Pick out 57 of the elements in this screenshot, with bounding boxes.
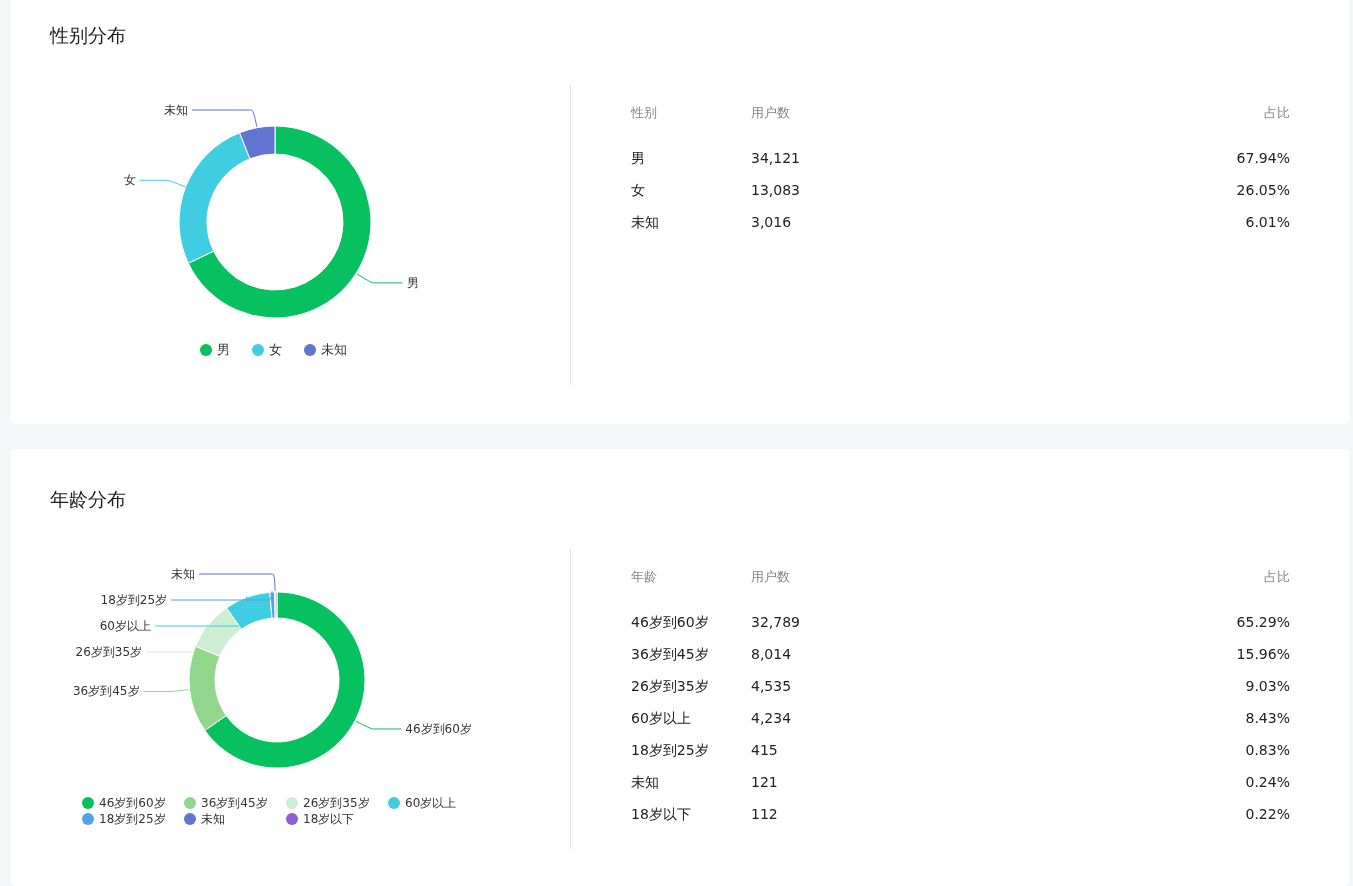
table-cell-text: 8,014	[751, 645, 793, 664]
section-title: 性别分布	[50, 23, 127, 47]
table-cell-text: 67.94%	[1235, 149, 1290, 168]
table-cell-text: 4,535	[751, 677, 793, 696]
legend-label: 男	[217, 341, 230, 359]
legend-label: 18岁以下	[303, 811, 355, 827]
table-cell-text: 34,121	[751, 149, 801, 168]
column-header: 占比	[1263, 568, 1290, 586]
table-cell: 26岁到35岁	[631, 670, 751, 702]
table-cell-text: 26.05%	[1235, 181, 1290, 200]
table-cell-text: 8.43%	[1244, 709, 1290, 728]
column-header: 占比	[1263, 104, 1290, 122]
legend-label: 18岁到25岁	[99, 811, 166, 827]
legend-label: 未知	[321, 341, 347, 359]
legend-label: 60岁以上	[405, 795, 457, 811]
table-cell-text: 9.03%	[1244, 677, 1290, 696]
slice-label: 18岁到25岁	[100, 593, 168, 607]
slice-label: 36岁到45岁	[72, 684, 140, 699]
column-header: 用户数	[751, 568, 791, 586]
table-cell-text: 112	[751, 805, 779, 824]
legend-label: 26岁到35岁	[303, 795, 370, 811]
table-cell-text: 46岁到60岁	[631, 613, 710, 632]
table-cell-text: 男	[631, 149, 646, 168]
table-cell-text: 女	[631, 181, 646, 200]
table-cell-text: 65.29%	[1235, 613, 1290, 632]
slice-label: 未知	[171, 567, 196, 581]
slice-label: 未知	[163, 103, 188, 118]
table-cell-text: 3,016	[751, 213, 793, 232]
slice-label: 46岁到60岁	[405, 722, 472, 736]
table-cell-text: 121	[751, 773, 779, 792]
column-header: 性别	[631, 85, 751, 142]
table-cell-text: 0.22%	[1244, 805, 1290, 824]
slice-label: 男	[406, 275, 419, 290]
column-header: 年龄	[631, 549, 751, 606]
table-cell-text: 32,789	[751, 613, 801, 632]
table-cell-text: 4,234	[751, 709, 793, 728]
table-cell-text: 13,083	[751, 181, 801, 200]
table-cell: 18岁到25岁	[631, 734, 751, 766]
legend-label: 未知	[201, 811, 225, 827]
slice-label: 60岁以上	[99, 619, 151, 633]
legend-label: 46岁到60岁	[99, 795, 166, 811]
table-cell-text: 18岁以下	[631, 805, 692, 824]
table-cell-text: 0.24%	[1244, 773, 1290, 792]
column-header: 用户数	[751, 104, 791, 122]
table-cell-text: 15.96%	[1235, 645, 1290, 664]
table-cell-text: 36岁到45岁	[631, 645, 710, 664]
slice-label: 女	[123, 173, 136, 188]
legend-label: 女	[269, 341, 282, 359]
table-cell-text: 0.83%	[1244, 741, 1290, 760]
slice-label: 26岁到35岁	[75, 645, 143, 659]
section-title: 年龄分布	[50, 487, 127, 511]
table-cell-text: 6.01%	[1244, 213, 1290, 232]
table-cell-text: 未知	[631, 773, 660, 792]
legend-label: 36岁到45岁	[201, 795, 268, 811]
table-cell-text: 未知	[631, 213, 660, 232]
table-cell-text: 415	[751, 741, 779, 760]
table-cell: 60岁以上	[631, 702, 751, 734]
